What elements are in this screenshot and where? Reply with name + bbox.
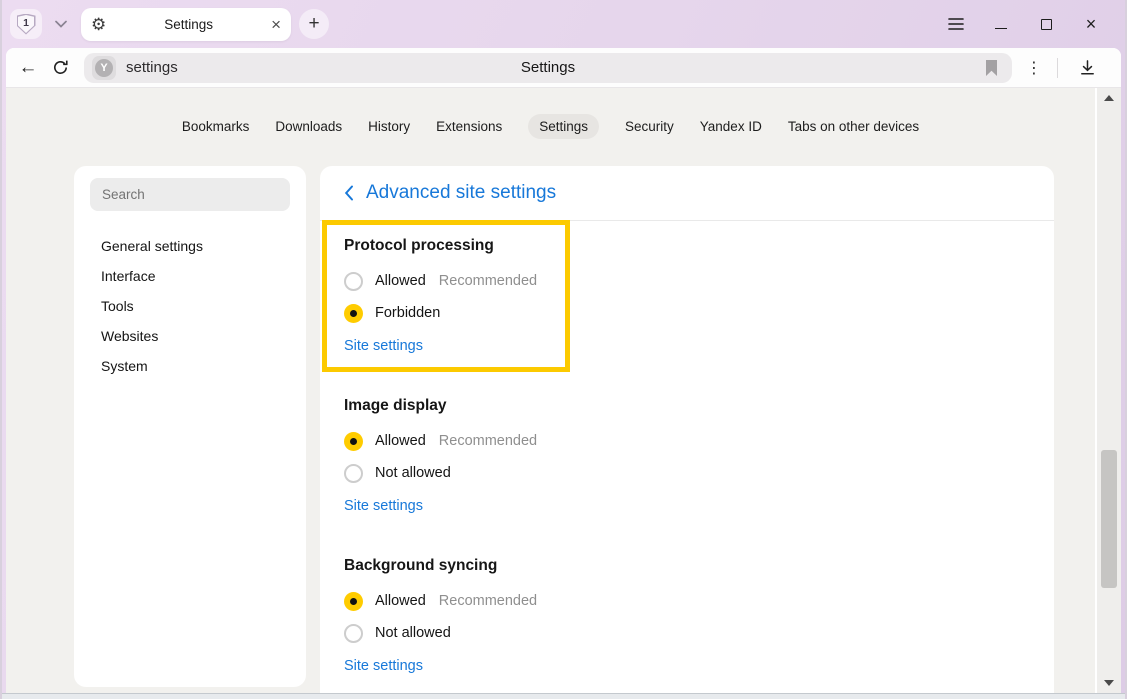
option-note: Recommended <box>439 593 537 609</box>
tab-strip: 1 ⚙ Settings × + × <box>2 0 1125 48</box>
close-tab-icon[interactable]: × <box>271 16 281 33</box>
download-icon <box>1079 59 1096 76</box>
refresh-icon <box>51 58 70 77</box>
tab-counter-value: 1 <box>18 15 34 33</box>
section-title: Background syncing <box>344 555 1030 577</box>
radio-option-forbidden[interactable]: Forbidden <box>344 297 1030 329</box>
address-bar-page-title: Settings <box>84 59 1012 76</box>
refresh-button[interactable] <box>44 52 76 84</box>
nav-settings[interactable]: Settings <box>528 114 599 139</box>
menu-icon[interactable] <box>948 16 964 32</box>
settings-sidebar: General settings Interface Tools Website… <box>74 166 306 687</box>
section-background-syncing: Background syncing Allowed Recommended N… <box>344 555 1030 677</box>
radio-option-allowed[interactable]: Allowed Recommended <box>344 585 1030 617</box>
section-image-display: Image display Allowed Recommended Not al… <box>344 395 1030 517</box>
tab-title: Settings <box>106 17 271 32</box>
settings-sections: Protocol processing Allowed Recommended … <box>320 221 1054 677</box>
nav-yandex-id[interactable]: Yandex ID <box>700 114 762 139</box>
toolbar-right: ⋮ <box>1012 52 1115 84</box>
section-title: Protocol processing <box>344 235 1030 257</box>
site-settings-link[interactable]: Site settings <box>344 335 423 357</box>
radio-option-not-allowed[interactable]: Not allowed <box>344 617 1030 649</box>
nav-history[interactable]: History <box>368 114 410 139</box>
browser-content: ← Y settings Settings ⋮ <box>6 48 1121 693</box>
chevron-left-icon <box>344 185 354 201</box>
tab-settings[interactable]: ⚙ Settings × <box>81 8 291 41</box>
site-settings-link[interactable]: Site settings <box>344 655 423 677</box>
sidebar-item-websites[interactable]: Websites <box>74 321 306 351</box>
radio-unselected-icon[interactable] <box>344 272 363 291</box>
protect-shield-icon: Y <box>95 59 113 77</box>
radio-unselected-icon[interactable] <box>344 624 363 643</box>
radio-selected-icon[interactable] <box>344 592 363 611</box>
maximize-button[interactable] <box>1038 16 1054 32</box>
radio-selected-icon[interactable] <box>344 304 363 323</box>
kebab-menu-icon[interactable]: ⋮ <box>1024 58 1044 78</box>
bookmark-icon[interactable] <box>978 55 1004 81</box>
tab-counter-button[interactable]: 1 <box>10 9 42 39</box>
sidebar-item-tools[interactable]: Tools <box>74 291 306 321</box>
sidebar-item-general-settings[interactable]: General settings <box>74 231 306 261</box>
radio-option-allowed[interactable]: Allowed Recommended <box>344 425 1030 457</box>
sidebar-item-interface[interactable]: Interface <box>74 261 306 291</box>
settings-main-panel: Advanced site settings Protocol processi… <box>320 166 1054 693</box>
radio-option-not-allowed[interactable]: Not allowed <box>344 457 1030 489</box>
sidebar-list: General settings Interface Tools Website… <box>74 231 306 381</box>
toolbar-divider <box>1057 58 1058 78</box>
address-bar[interactable]: Y settings Settings <box>84 53 1012 83</box>
nav-bookmarks[interactable]: Bookmarks <box>182 114 250 139</box>
option-label: Forbidden <box>375 305 440 321</box>
scroll-up-arrow[interactable] <box>1104 95 1114 101</box>
option-note: Recommended <box>439 433 537 449</box>
option-label: Allowed <box>375 433 426 449</box>
nav-extensions[interactable]: Extensions <box>436 114 502 139</box>
chevron-down-icon <box>55 20 67 28</box>
window-bottom-edge <box>2 693 1125 699</box>
url-text: settings <box>126 59 178 76</box>
page-scrollbar[interactable] <box>1095 88 1121 693</box>
option-label: Not allowed <box>375 625 451 641</box>
option-label: Allowed <box>375 273 426 289</box>
scrollbar-thumb[interactable] <box>1101 450 1117 588</box>
sidebar-item-system[interactable]: System <box>74 351 306 381</box>
page-title: Advanced site settings <box>366 182 556 204</box>
scroll-down-arrow[interactable] <box>1104 680 1114 686</box>
window-controls: × <box>948 16 1117 32</box>
section-protocol-processing: Protocol processing Allowed Recommended … <box>344 235 1030 357</box>
option-label: Not allowed <box>375 465 451 481</box>
site-settings-link[interactable]: Site settings <box>344 495 423 517</box>
minimize-button[interactable] <box>993 16 1009 32</box>
search-input[interactable] <box>90 178 290 211</box>
close-window-button[interactable]: × <box>1083 16 1099 32</box>
nav-downloads[interactable]: Downloads <box>275 114 342 139</box>
browser-window: 1 ⚙ Settings × + × ← <box>0 0 1127 699</box>
nav-tabs-other-devices[interactable]: Tabs on other devices <box>788 114 919 139</box>
shield-icon: 1 <box>17 14 36 35</box>
new-tab-button[interactable]: + <box>299 9 329 39</box>
gear-icon: ⚙ <box>91 16 106 33</box>
nav-security[interactable]: Security <box>625 114 674 139</box>
toolbar: ← Y settings Settings ⋮ <box>6 48 1121 88</box>
section-title: Image display <box>344 395 1030 417</box>
settings-page: Bookmarks Downloads History Extensions S… <box>6 88 1121 693</box>
back-button[interactable]: ← <box>12 52 44 84</box>
radio-selected-icon[interactable] <box>344 432 363 451</box>
downloads-button[interactable] <box>1071 52 1103 84</box>
advanced-site-settings-header[interactable]: Advanced site settings <box>320 166 1054 221</box>
option-label: Allowed <box>375 593 426 609</box>
protect-badge-button[interactable]: Y <box>92 56 116 80</box>
option-note: Recommended <box>439 273 537 289</box>
radio-unselected-icon[interactable] <box>344 464 363 483</box>
settings-navbar: Bookmarks Downloads History Extensions S… <box>6 114 1095 139</box>
tab-list-chevron-button[interactable] <box>47 9 75 39</box>
radio-option-allowed[interactable]: Allowed Recommended <box>344 265 1030 297</box>
back-arrow-icon: ← <box>19 58 38 77</box>
